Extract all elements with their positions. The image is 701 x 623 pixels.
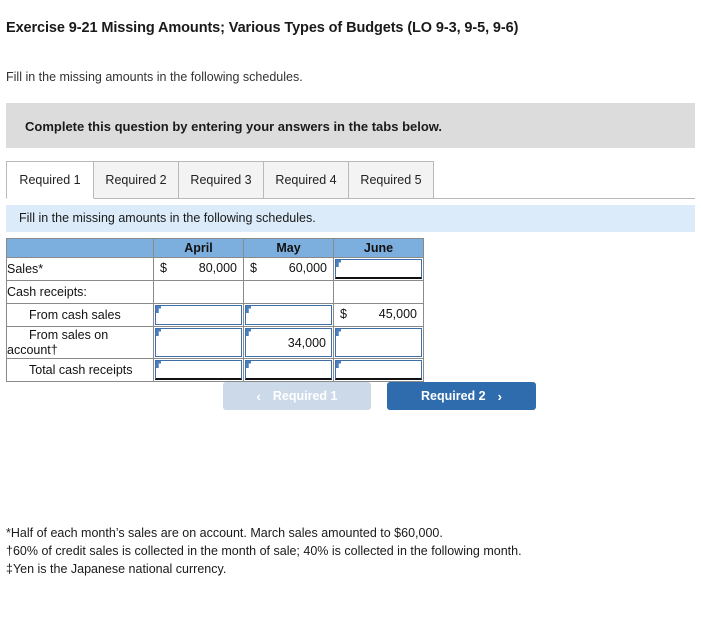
row-label: Cash receipts: bbox=[6, 280, 154, 304]
amount-input-cell[interactable] bbox=[243, 303, 334, 327]
instruction-banner: Complete this question by entering your … bbox=[6, 103, 695, 148]
input-corner-marker-icon bbox=[246, 306, 251, 313]
requirement-instruction-bar: Fill in the missing amounts in the follo… bbox=[6, 205, 695, 232]
amount-input-value: 34,000 bbox=[287, 336, 326, 350]
amount-input[interactable] bbox=[335, 360, 422, 380]
table-row: From cash sales $45,000 bbox=[6, 303, 424, 327]
currency-symbol: $ bbox=[160, 261, 167, 275]
amount-static-cell: $60,000 bbox=[243, 257, 334, 281]
amount-input-cell[interactable] bbox=[153, 303, 244, 327]
chevron-left-icon: ‹ bbox=[256, 388, 261, 404]
amount-empty-cell bbox=[243, 280, 334, 304]
table-body: Sales* $80,000 $60,000 Cash receipts: From c… bbox=[6, 257, 424, 382]
amount-input-cell[interactable] bbox=[333, 326, 424, 359]
row-label-text: From cash sales bbox=[29, 308, 121, 322]
next-requirement-button[interactable]: Required 2 › bbox=[387, 382, 536, 410]
tab-label: Required 1 bbox=[19, 173, 81, 187]
footnote-2: †60% of credit sales is collected in the… bbox=[6, 544, 522, 558]
table-header-june: June bbox=[333, 238, 424, 258]
row-label: From cash sales bbox=[6, 303, 154, 327]
amount-empty-cell bbox=[333, 280, 424, 304]
tab-required-1[interactable]: Required 1 bbox=[6, 161, 94, 199]
currency-symbol: $ bbox=[250, 261, 257, 275]
amount-input-cell[interactable] bbox=[153, 326, 244, 359]
tab-strip: Required 1 Required 2 Required 3 Required 4… bbox=[6, 161, 695, 199]
tab-required-5[interactable]: Required 5 bbox=[348, 161, 434, 199]
amount-input[interactable] bbox=[245, 305, 332, 325]
budget-schedule-table: April May June Sales* $80,000 $60,000 Cash re… bbox=[6, 238, 424, 382]
table-header-april: April bbox=[153, 238, 244, 258]
page-title: Exercise 9-21 Missing Amounts; Various T… bbox=[6, 20, 519, 36]
amount-empty-cell bbox=[153, 280, 244, 304]
instruction-banner-text: Complete this question by entering your … bbox=[25, 119, 443, 134]
footnote-3: ‡Yen is the Japanese national currency. bbox=[6, 562, 227, 576]
table-row: Sales* $80,000 $60,000 bbox=[6, 257, 424, 281]
amount-input[interactable] bbox=[155, 305, 242, 325]
tab-label: Required 4 bbox=[275, 173, 337, 187]
tab-required-3[interactable]: Required 3 bbox=[178, 161, 264, 199]
amount-value: 80,000 bbox=[198, 261, 237, 275]
table-header-may: May bbox=[243, 238, 334, 258]
amount-input[interactable] bbox=[335, 328, 422, 357]
amount-input[interactable]: 34,000 bbox=[245, 328, 332, 357]
tab-label: Required 3 bbox=[190, 173, 252, 187]
amount-value: 60,000 bbox=[288, 261, 327, 275]
currency-symbol: $ bbox=[340, 307, 347, 321]
chevron-right-icon: › bbox=[497, 388, 502, 404]
table-header-label: April bbox=[184, 241, 213, 255]
page-subtitle: Fill in the missing amounts in the follo… bbox=[6, 70, 303, 84]
row-label: From sales on account† bbox=[6, 326, 154, 359]
footnote-1: *Half of each month’s sales are on accou… bbox=[6, 526, 443, 540]
table-header-corner bbox=[6, 238, 154, 258]
amount-input-cell[interactable] bbox=[153, 358, 244, 382]
row-label-text: Sales* bbox=[7, 262, 44, 276]
requirement-instruction-text: Fill in the missing amounts in the follo… bbox=[19, 211, 316, 225]
input-corner-marker-icon bbox=[156, 329, 161, 336]
tab-label: Required 2 bbox=[105, 173, 167, 187]
amount-input[interactable] bbox=[155, 328, 242, 357]
amount-input-cell[interactable] bbox=[333, 358, 424, 382]
amount-input[interactable] bbox=[155, 360, 242, 380]
table-row: Total cash receipts bbox=[6, 358, 424, 382]
tab-required-4[interactable]: Required 4 bbox=[263, 161, 349, 199]
input-corner-marker-icon bbox=[246, 329, 251, 336]
table-header-label: May bbox=[276, 241, 301, 255]
row-label: Total cash receipts bbox=[6, 358, 154, 382]
prev-requirement-button[interactable]: ‹ Required 1 bbox=[223, 382, 371, 410]
row-label-text: Cash receipts: bbox=[7, 285, 87, 299]
prev-requirement-label: Required 1 bbox=[272, 389, 338, 403]
amount-static-cell: $80,000 bbox=[153, 257, 244, 281]
table-header-row: April May June bbox=[6, 238, 424, 258]
amount-input-cell[interactable] bbox=[333, 257, 424, 281]
amount-input[interactable] bbox=[245, 360, 332, 380]
amount-static-cell: $45,000 bbox=[333, 303, 424, 327]
input-corner-marker-icon bbox=[336, 260, 341, 267]
input-corner-marker-icon bbox=[336, 361, 341, 368]
next-requirement-label: Required 2 bbox=[421, 389, 486, 403]
input-corner-marker-icon bbox=[246, 361, 251, 368]
table-header-label: June bbox=[363, 241, 394, 255]
table-row: From sales on account† 34,000 bbox=[6, 326, 424, 359]
amount-value: 45,000 bbox=[378, 307, 417, 321]
amount-input-cell[interactable]: 34,000 bbox=[243, 326, 334, 359]
input-corner-marker-icon bbox=[156, 361, 161, 368]
input-corner-marker-icon bbox=[156, 306, 161, 313]
amount-input[interactable] bbox=[335, 259, 422, 279]
row-label-line1: From sales on bbox=[29, 327, 109, 342]
row-label-line2: account† bbox=[7, 342, 58, 357]
amount-input-cell[interactable] bbox=[243, 358, 334, 382]
row-label-text: Total cash receipts bbox=[29, 363, 133, 377]
input-corner-marker-icon bbox=[336, 329, 341, 336]
footnotes: *Half of each month’s sales are on accou… bbox=[6, 524, 522, 578]
tab-required-2[interactable]: Required 2 bbox=[93, 161, 179, 199]
table-row: Cash receipts: bbox=[6, 280, 424, 304]
row-label: Sales* bbox=[6, 257, 154, 281]
tab-label: Required 5 bbox=[360, 173, 422, 187]
